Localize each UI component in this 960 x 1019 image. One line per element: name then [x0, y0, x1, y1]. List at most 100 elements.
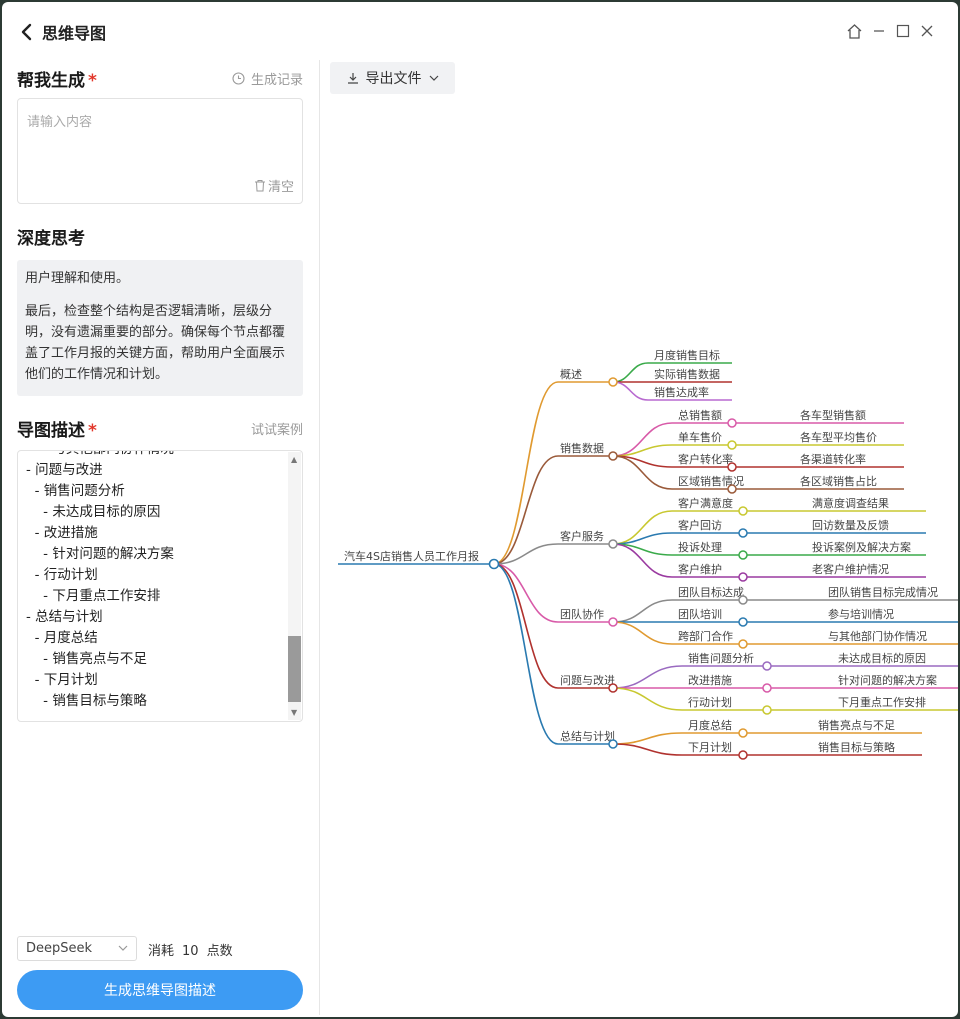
desc-line: - 下月重点工作安排: [26, 588, 161, 604]
desc-line: - 与其他部门协作情况: [26, 451, 174, 460]
desc-header: 导图描述 * 试试案例: [17, 416, 303, 441]
generate-button[interactable]: 生成思维导图描述: [17, 970, 303, 1010]
desc-line: - 销售亮点与不足: [26, 651, 147, 667]
desc-text: - 与其他部门协作情况 - 问题与改进 - 销售问题分析 - 未达成目标的原因 -…: [26, 451, 174, 712]
mindmap-leaf: 销售目标与策略: [818, 740, 895, 754]
mindmap-node: [738, 528, 748, 538]
mindmap-leaf: 各车型平均售价: [800, 430, 877, 444]
mindmap-link: [493, 563, 559, 745]
mindmap-node: [738, 639, 748, 649]
mindmap-link: [612, 621, 673, 645]
download-icon: [347, 73, 358, 84]
mindmap-node: [608, 683, 618, 693]
mindmap-node: [727, 418, 737, 428]
mindmap-link: [493, 381, 559, 565]
desc-line: - 问题与改进: [26, 462, 103, 478]
deep-think-content: 用户理解和使用。 最后，检查整个结构是否逻辑清晰，层级分明，没有遗漏重要的部分。…: [17, 260, 303, 396]
mindmap-canvas[interactable]: 汽车4S店销售人员工作月报 概述 月度销售目标实际销售数据销售达成率销售数据 总销售额…: [322, 98, 958, 998]
mindmap-node: [738, 572, 748, 582]
mindmap-child: 实际销售数据: [654, 367, 720, 381]
mindmap-child: 客户转化率: [678, 452, 733, 466]
mindmap-link: [612, 362, 649, 383]
mindmap-child: 客户回访: [678, 518, 722, 532]
clear-button[interactable]: 清空: [254, 176, 294, 195]
mindmap-child: 改进措施: [688, 673, 732, 687]
mindmap-link: [612, 381, 649, 401]
mindmap-branch: 客户服务: [560, 529, 604, 543]
mindmap-leaf: 针对问题的解决方案: [838, 673, 937, 687]
mindmap-link: [493, 563, 559, 689]
mindmap-node: [608, 451, 618, 461]
mindmap-link: [493, 563, 559, 623]
mindmap-child: 下月计划: [688, 741, 732, 754]
mindmap-node: [608, 617, 618, 627]
mindmap-branch: 问题与改进: [560, 673, 615, 687]
maximize-button[interactable]: [894, 22, 912, 40]
app-window: 思维导图 帮我生成 * 生成记录 请输入内容 清空 深度思考 用户理解和使用。 …: [2, 2, 958, 1017]
mindmap-leaf: 回访数量及反馈: [812, 519, 889, 532]
mindmap-child: 月度销售目标: [654, 348, 720, 362]
mindmap-child: 团队目标达成: [678, 585, 744, 599]
mindmap-link: [612, 743, 683, 756]
cost-info: 消耗 10 点数: [148, 944, 233, 959]
mindmap-child: 单车售价: [678, 430, 722, 444]
back-button[interactable]: 思维导图: [20, 20, 106, 44]
mindmap-node: [738, 550, 748, 560]
model-value: DeepSeek: [26, 941, 93, 956]
mindmap-link: [612, 732, 683, 745]
mindmap-node: [608, 377, 618, 387]
mindmap-leaf: 未达成目标的原因: [838, 651, 926, 665]
content-input[interactable]: 请输入内容 清空: [17, 98, 303, 204]
mindmap-leaf: 销售亮点与不足: [818, 718, 895, 732]
mindmap-leaf: 各区域销售占比: [800, 474, 877, 488]
desc-line: - 行动计划: [26, 567, 98, 583]
chevron-down-icon: [429, 75, 438, 81]
help-header: 帮我生成 * 生成记录: [17, 66, 303, 91]
desc-line: - 改进措施: [26, 525, 98, 541]
chevron-down-icon: [118, 945, 128, 951]
mindmap-child: 投诉处理: [678, 540, 722, 554]
desc-title: 导图描述 *: [17, 421, 97, 441]
minimize-button[interactable]: [870, 22, 888, 40]
mindmap-root-node: [488, 558, 500, 570]
mindmap-link: [612, 665, 683, 689]
mindmap-node: [762, 661, 772, 671]
mindmap-child: 客户维护: [678, 562, 722, 576]
left-panel: 帮我生成 * 生成记录 请输入内容 清空 深度思考 用户理解和使用。 最后，检查整…: [17, 60, 303, 1010]
panel-divider: [319, 60, 320, 1015]
page-title: 思维导图: [42, 24, 107, 43]
desc-textarea[interactable]: - 与其他部门协作情况 - 问题与改进 - 销售问题分析 - 未达成目标的原因 -…: [17, 450, 303, 722]
model-select[interactable]: DeepSeek: [17, 936, 137, 961]
export-button[interactable]: 导出文件: [330, 62, 455, 94]
chevron-left-icon: [21, 23, 32, 41]
scroll-up-icon[interactable]: ▲: [291, 455, 297, 464]
mindmap-leaf: 老客户维护情况: [812, 562, 889, 576]
clock-icon: [232, 72, 245, 85]
desc-line: - 针对问题的解决方案: [26, 546, 174, 562]
mindmap-node: [762, 683, 772, 693]
scrollbar[interactable]: ▲ ▼: [288, 452, 301, 720]
close-button[interactable]: [918, 22, 936, 40]
think-paragraph: 最后，检查整个结构是否逻辑清晰，层级分明，没有遗漏重要的部分。确保每个节点都覆盖…: [25, 304, 286, 382]
desc-line: - 月度总结: [26, 630, 98, 646]
scroll-down-icon[interactable]: ▼: [291, 708, 297, 717]
input-placeholder: 请输入内容: [27, 115, 93, 130]
mindmap-branch: 团队协作: [560, 607, 604, 621]
mindmap-leaf: 各渠道转化率: [800, 452, 866, 466]
history-link[interactable]: 生成记录: [232, 69, 303, 88]
scroll-thumb[interactable]: [288, 636, 301, 702]
mindmap-node: [762, 705, 772, 715]
help-title: 帮我生成 *: [17, 71, 97, 91]
home-icon[interactable]: [845, 22, 863, 40]
think-paragraph: 用户理解和使用。: [25, 271, 130, 286]
mindmap-child: 销售问题分析: [688, 651, 754, 665]
mindmap-leaf: 下月重点工作安排: [838, 695, 926, 709]
desc-line: - 下月计划: [26, 672, 98, 688]
desc-line: - 未达成目标的原因: [26, 504, 161, 520]
mindmap-link: [612, 599, 673, 623]
mindmap-child: 跨部门合作: [678, 629, 733, 643]
try-case-link[interactable]: 试试案例: [251, 419, 303, 438]
mindmap-child: 总销售额: [678, 408, 722, 422]
mindmap-child: 行动计划: [688, 696, 732, 709]
trash-icon: [254, 180, 265, 192]
